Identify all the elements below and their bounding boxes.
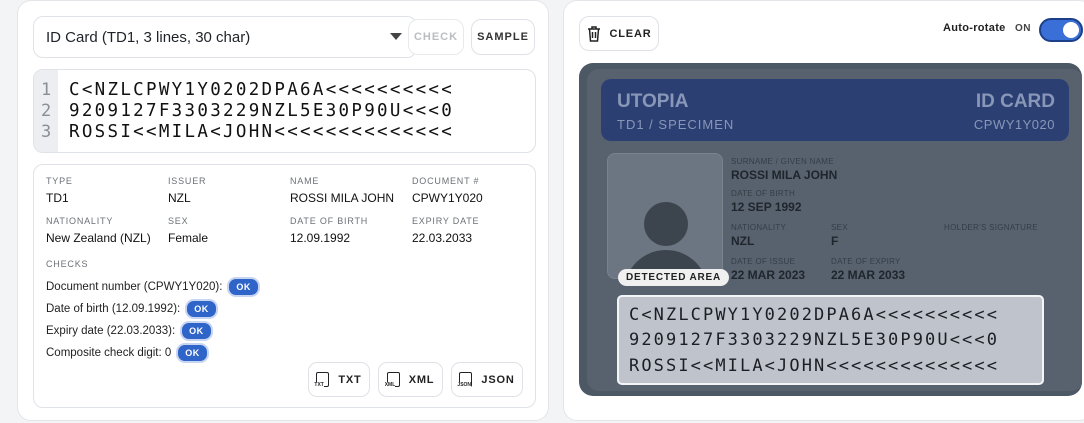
holder-photo xyxy=(607,153,723,279)
check-label: Document number (CPWY1Y020): xyxy=(46,281,223,293)
check-row: Expiry date (22.03.2033): OK xyxy=(46,321,213,341)
export-json-label: JSON xyxy=(481,373,515,386)
issuer-value: NZL xyxy=(168,191,191,205)
line-number: 2 xyxy=(41,101,52,121)
type-label: TYPE xyxy=(46,176,73,186)
mrz-input-panel: ID Card (TD1, 3 lines, 30 char) CHECK SA… xyxy=(17,0,549,421)
card-header: UTOPIA TD1 / SPECIMEN ID CARD CPWY1Y020 xyxy=(601,79,1069,141)
sample-button[interactable]: SAMPLE xyxy=(471,19,535,55)
auto-rotate-label: Auto-rotate xyxy=(943,22,1006,34)
mrz-line-3: ROSSI<<MILA<JOHN<<<<<<<<<<<<<< xyxy=(69,122,455,142)
card-surname-label: SURNAME / GIVEN NAME xyxy=(731,157,834,166)
dob-value: 12.09.1992 xyxy=(290,231,351,245)
check-row: Composite check digit: 0 OK xyxy=(46,343,209,363)
dob-label: DATE OF BIRTH xyxy=(290,216,369,226)
status-badge: OK xyxy=(176,343,209,363)
file-xml-icon: XML xyxy=(384,372,400,388)
card-nationality-label: NATIONALITY xyxy=(731,223,787,232)
chevron-down-icon xyxy=(390,33,402,40)
document-number-label: DOCUMENT # xyxy=(412,176,480,186)
card-expiry-label: DATE OF EXPIRY xyxy=(831,257,901,266)
expiry-label: EXPIRY DATE xyxy=(412,216,480,226)
card-sex-label: SEX xyxy=(831,223,848,232)
trash-icon xyxy=(587,25,600,42)
card-country: UTOPIA xyxy=(617,91,689,112)
name-label: NAME xyxy=(290,176,320,186)
type-value: TD1 xyxy=(46,191,69,205)
mrz-line-2: 9209127F3303229NZL5E30P90U<<<0 xyxy=(69,101,455,121)
card-issue-value: 22 MAR 2023 xyxy=(731,268,806,282)
camera-panel: CLEAR Auto-rotate ON UTOPIA TD1 / SPECIM… xyxy=(563,0,1084,421)
card-nationality-value: NZL xyxy=(731,234,755,248)
check-row: Date of birth (12.09.1992): OK xyxy=(46,299,218,319)
status-badge: OK xyxy=(180,321,213,341)
card-issue-label: DATE OF ISSUE xyxy=(731,257,796,266)
card-signature-label: HOLDER'S SIGNATURE xyxy=(944,223,1038,232)
card-subtitle: TD1 / SPECIMEN xyxy=(617,117,735,132)
check-row: Document number (CPWY1Y020): OK xyxy=(46,277,260,297)
document-type-value: ID Card (TD1, 3 lines, 30 char) xyxy=(46,28,251,46)
export-xml-label: XML xyxy=(408,373,435,386)
document-number-value: CPWY1Y020 xyxy=(412,191,483,205)
export-xml-button[interactable]: XML XML xyxy=(378,362,443,397)
card-surname-value: ROSSI MILA JOHN xyxy=(731,168,838,182)
file-json-icon: JSON xyxy=(457,372,473,388)
check-label: Expiry date (22.03.2033): xyxy=(46,325,176,337)
check-label: Date of birth (12.09.1992): xyxy=(46,303,181,315)
status-badge: OK xyxy=(227,277,260,297)
status-badge: OK xyxy=(185,299,218,319)
export-txt-button[interactable]: TXT TXT xyxy=(308,362,370,397)
card-sex-value: F xyxy=(831,234,839,248)
line-number: 3 xyxy=(41,122,52,142)
detected-area-label: DETECTED AREA xyxy=(618,269,730,286)
person-head-shape xyxy=(644,202,688,246)
card-dob-value: 12 SEP 1992 xyxy=(731,200,802,214)
clear-label: CLEAR xyxy=(609,27,652,40)
line-number: 1 xyxy=(41,80,52,100)
export-json-button[interactable]: JSON JSON xyxy=(451,362,523,397)
checks-heading: CHECKS xyxy=(46,259,89,269)
check-label: Composite check digit: 0 xyxy=(46,347,172,359)
name-value: ROSSI MILA JOHN xyxy=(290,191,395,205)
file-txt-icon: TXT xyxy=(314,372,330,388)
mrz-line-1: C<NZLCPWY1Y0202DPA6A<<<<<<<<<< xyxy=(69,80,455,100)
toggle-state-label: ON xyxy=(1015,23,1031,34)
card-expiry-value: 22 MAR 2033 xyxy=(831,268,906,282)
toggle-knob xyxy=(1063,22,1079,38)
detected-mrz-area: C<NZLCPWY1Y0202DPA6A<<<<<<<<<< 9209127F3… xyxy=(617,295,1044,385)
mrz-text-editor[interactable]: 1 2 3 C<NZLCPWY1Y0202DPA6A<<<<<<<<<< 920… xyxy=(33,69,536,153)
nationality-label: NATIONALITY xyxy=(46,216,114,226)
sex-label: SEX xyxy=(168,216,189,226)
card-doc-number: CPWY1Y020 xyxy=(973,117,1055,132)
auto-rotate-toggle[interactable] xyxy=(1039,18,1083,42)
card-dob-label: DATE OF BIRTH xyxy=(731,189,796,198)
expiry-value: 22.03.2033 xyxy=(412,231,473,245)
sex-value: Female xyxy=(168,231,209,245)
check-button[interactable]: CHECK xyxy=(408,19,464,55)
issuer-label: ISSUER xyxy=(168,176,207,186)
detected-mrz-line-2: 9209127F3303229NZL5E30P90U<<<0 xyxy=(629,330,1000,350)
document-type-select[interactable]: ID Card (TD1, 3 lines, 30 char) xyxy=(33,16,417,58)
detected-mrz-line-1: C<NZLCPWY1Y0202DPA6A<<<<<<<<<< xyxy=(629,305,1000,325)
card-doc-type: ID CARD xyxy=(975,91,1055,112)
nationality-value: New Zealand (NZL) xyxy=(46,231,151,245)
export-txt-label: TXT xyxy=(338,373,362,386)
detected-mrz-line-3: ROSSI<<MILA<JOHN<<<<<<<<<<<<<< xyxy=(629,356,1000,376)
parsed-details-card: TYPE TD1 ISSUER NZL NAME ROSSI MILA JOHN… xyxy=(33,164,536,408)
clear-button[interactable]: CLEAR xyxy=(579,16,659,51)
